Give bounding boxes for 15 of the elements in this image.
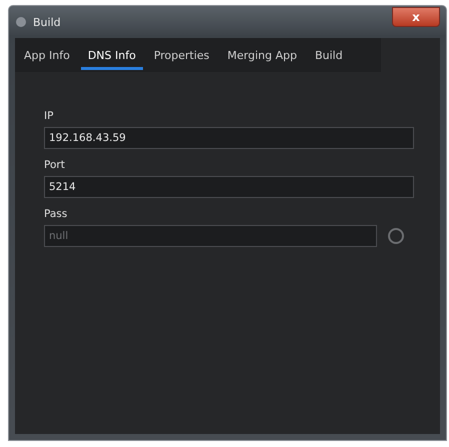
window-title: Build	[33, 16, 62, 28]
field-label: IP	[44, 110, 54, 122]
tab[interactable]: Merging App	[220, 44, 304, 70]
field-label: Port	[44, 159, 66, 171]
text-field[interactable]: 192.168.43.59	[44, 127, 414, 149]
field-label: Pass	[44, 208, 68, 220]
text-field[interactable]: 5214	[44, 176, 414, 198]
circle-icon[interactable]	[387, 227, 405, 245]
tab[interactable]: App Info	[17, 44, 77, 70]
tab[interactable]: DNS Info	[80, 44, 143, 70]
tab[interactable]: Properties	[146, 44, 216, 70]
close-button[interactable]: x	[392, 7, 440, 27]
app-icon	[15, 16, 27, 28]
tab[interactable]: Build	[308, 44, 350, 70]
password-field[interactable]: null	[44, 225, 377, 247]
